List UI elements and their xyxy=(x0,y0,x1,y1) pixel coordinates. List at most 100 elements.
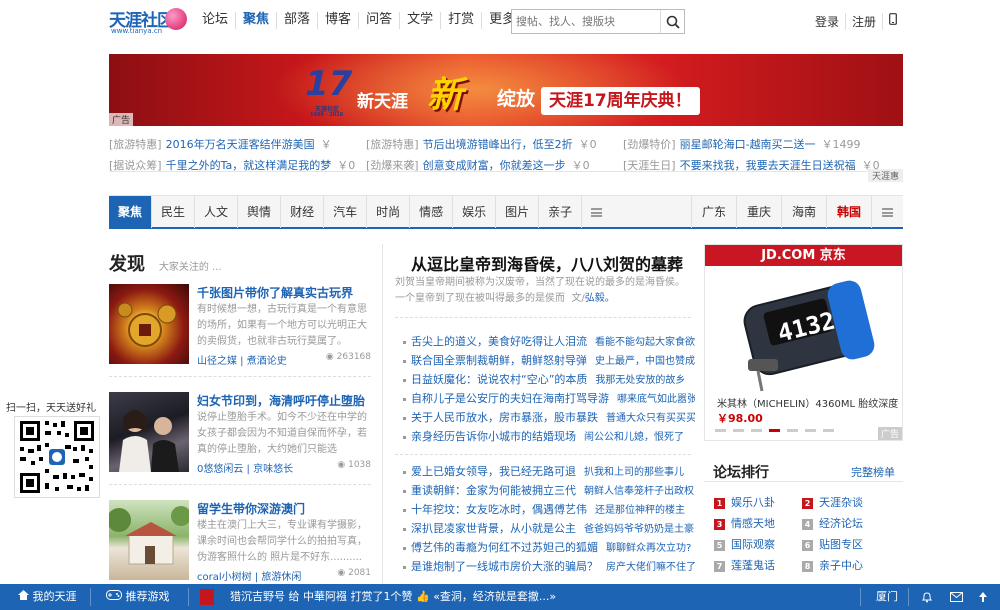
promo-text: 创意变成财富，你就差这一步 xyxy=(422,159,566,172)
news-item[interactable]: 十年挖坟：女友吃冰时，偶遇傅艺伟 还是那位神秤的楼主 xyxy=(403,500,695,519)
tianya-logo[interactable]: 天涯社区 www.tianya.cn xyxy=(109,6,189,36)
region-more-menu-icon[interactable] xyxy=(871,196,903,228)
carousel-dot-active[interactable] xyxy=(769,429,780,432)
story-card[interactable]: 千张图片带你了解真实古玩界 有时候想一想，古玩行真是一个有意思的场所，如果有一个… xyxy=(109,284,371,367)
channel-more-menu-icon[interactable] xyxy=(582,196,611,228)
qr-code[interactable] xyxy=(14,416,100,498)
channel-tab-jujiao[interactable]: 聚焦 xyxy=(109,196,153,228)
carousel-dot[interactable] xyxy=(733,429,744,432)
ranking-item[interactable]: 3 情感天地 xyxy=(714,515,775,531)
ranking-item[interactable]: 2 天涯杂谈 xyxy=(802,494,863,510)
region-tab-guangdong[interactable]: 广东 xyxy=(690,196,736,228)
rank-number: 1 xyxy=(714,498,725,509)
mobile-icon[interactable] xyxy=(883,13,903,30)
nav-item-wenda[interactable]: 问答 xyxy=(359,12,401,29)
login-link[interactable]: 登录 xyxy=(809,13,846,30)
news-item[interactable]: 关于人民币放水，房市暴涨，股市暴跌 普通大众只有买买买 xyxy=(403,408,695,427)
story-thumbnail[interactable] xyxy=(107,500,191,580)
headline-author[interactable]: 弘毅。 xyxy=(585,293,615,304)
news-item[interactable]: 深扒昆凌家世背景，从小就是公主 爸爸妈妈爷爷奶奶是土豪 xyxy=(403,519,695,538)
mail-icon[interactable] xyxy=(950,584,963,610)
carousel-dot[interactable] xyxy=(787,429,798,432)
story-thumbnail[interactable] xyxy=(109,392,189,472)
ranking-item[interactable]: 7 莲蓬鬼话 xyxy=(714,557,775,573)
back-to-top-icon[interactable] xyxy=(978,584,988,610)
ranking-item[interactable]: 5 国际观察 xyxy=(714,536,775,552)
nav-item-luntan[interactable]: 论坛 xyxy=(195,12,237,29)
story-title[interactable]: 千张图片带你了解真实古玩界 xyxy=(197,284,353,301)
ranking-item[interactable]: 1 娱乐八卦 xyxy=(714,494,775,510)
region-tab-hainan[interactable]: 海南 xyxy=(780,196,826,228)
news-item[interactable]: 自称儿子是公安厅的夫妇在海南打骂导游 哪来底气如此嚣张 xyxy=(403,389,695,408)
news-item[interactable]: 亲身经历告诉你小城市的结婚现场 闹公公和儿媳，恨死了 xyxy=(403,427,695,446)
channel-tab-qiche[interactable]: 汽车 xyxy=(324,196,368,228)
news-item[interactable]: 联合国全票制裁朝鲜，朝鲜怒射导弹 史上最严，中国也赞成 xyxy=(403,351,695,370)
promo-item[interactable]: [旅游特惠] 2016年万名天涯客结伴游美国 ￥ xyxy=(109,136,366,152)
nav-item-boke[interactable]: 博客 xyxy=(318,12,360,29)
story-board[interactable]: 京味悠长 xyxy=(253,464,293,475)
story-board[interactable]: 旅游休闲 xyxy=(261,572,301,583)
games-button[interactable]: 推荐游戏 xyxy=(106,584,170,610)
ranking-item[interactable]: 8 亲子中心 xyxy=(802,557,863,573)
tip-ticker[interactable]: 猎沉吉野号 给 中華阿襁 打赏了1个赞 👍 «查洞，经济就是套撤...» xyxy=(200,584,556,610)
jd-ad[interactable]: JD.COM 京东 4132 米其林（MICHELIN）4360ML 胎纹深度 … xyxy=(704,244,903,441)
full-ranking-link[interactable]: 完整榜单 xyxy=(851,464,895,480)
nav-item-jujiao[interactable]: 聚焦 xyxy=(236,12,278,29)
promo-item[interactable]: [劲爆特价] 丽星邮轮海口-越南买二送一 ￥1499 xyxy=(623,136,880,152)
register-link[interactable]: 注册 xyxy=(846,13,883,30)
story-title[interactable]: 留学生带你深游澳门 xyxy=(197,500,305,517)
nav-item-wenxue[interactable]: 文学 xyxy=(400,12,442,29)
story-author[interactable]: 山径之媒 xyxy=(197,356,237,367)
story-title[interactable]: 妇女节印到，海清呼吁停止堕胎 xyxy=(197,392,365,409)
logo-url: www.tianya.cn xyxy=(111,27,163,35)
region-tab-korea[interactable]: 韩国 xyxy=(825,196,871,228)
channel-tab-shishang[interactable]: 时尚 xyxy=(367,196,411,228)
carousel-dot[interactable] xyxy=(823,429,834,432)
story-card[interactable]: 留学生带你深游澳门 楼主在澳门上大三，专业课有学摄影，课余时间也会帮同学什么的拍… xyxy=(107,500,371,583)
channel-tab-qinggan[interactable]: 情感 xyxy=(410,196,454,228)
carousel-dot[interactable] xyxy=(805,429,816,432)
channel-tab-qinzi[interactable]: 亲子 xyxy=(539,196,583,228)
search-button[interactable] xyxy=(660,10,684,33)
news-item[interactable]: 日益妖魔化：说说农村“空心”的本质 我那无处安放的故乡 xyxy=(403,370,695,389)
story-board[interactable]: 煮酒论史 xyxy=(247,356,287,367)
news-item[interactable]: 是谁炮制了一线城市房价大涨的骗局？ 房产大佬们嘛不住了 xyxy=(403,557,695,576)
story-author[interactable]: 0悠悠闲云 xyxy=(197,464,243,475)
headline-title[interactable]: 从逗比皇帝到海昏侯，八八刘贺的墓葬 xyxy=(411,251,683,275)
bell-icon[interactable] xyxy=(921,584,933,610)
carousel-dot[interactable] xyxy=(751,429,762,432)
tread-gauge-image[interactable]: 4132 xyxy=(730,273,880,393)
channel-tab-yuqing[interactable]: 舆情 xyxy=(238,196,282,228)
channel-tab-yule[interactable]: 娱乐 xyxy=(453,196,497,228)
news-item[interactable]: 爱上已婚女领导，我已经无路可退 扒我和上司的那些事儿 xyxy=(403,462,695,481)
story-card[interactable]: 妇女节印到，海清呼吁停止堕胎 说停止堕胎手术。如今不少还在中学的女孩子都会因为不… xyxy=(109,392,371,475)
banner-text-new-tianya: 新天涯 xyxy=(357,92,408,112)
my-tianya-button[interactable]: 我的天涯 xyxy=(18,584,77,610)
city-selector[interactable]: 厦门 xyxy=(876,584,898,610)
anniversary-banner[interactable]: 17 天涯社区 1999 · 2016 新天涯 新 绽放 天涯17周年庆典！ 广… xyxy=(109,54,903,126)
promo-item[interactable]: [天涯生日] 不要来找我，我要去天涯生日送祝福 ￥0 xyxy=(623,157,880,173)
jd-product-name[interactable]: 米其林（MICHELIN）4360ML 胎纹深度 xyxy=(717,395,898,410)
carousel-dot[interactable] xyxy=(715,429,726,432)
ranking-item[interactable]: 6 贴图专区 xyxy=(802,536,863,552)
nav-item-dashang[interactable]: 打赏 xyxy=(441,12,483,29)
channel-tab-renwen[interactable]: 人文 xyxy=(195,196,239,228)
promo-item[interactable]: [旅游特惠] 节后出境游错峰出行，低至2折 ￥0 xyxy=(366,136,623,152)
news-subtitle: 我那无处安放的故乡 xyxy=(595,375,686,386)
region-tab-chongqing[interactable]: 重庆 xyxy=(735,196,781,228)
news-item[interactable]: 舌尖上的道义，美食好吃得让人泪流 看能不能勾起大家食欲 xyxy=(403,332,695,351)
promo-item[interactable]: [据说众筹] 千里之外的Ta，就这样满足我的梦 ￥0 xyxy=(109,157,366,173)
story-thumbnail[interactable] xyxy=(109,284,189,364)
nav-item-buluo[interactable]: 部落 xyxy=(277,12,319,29)
ranking-item[interactable]: 4 经济论坛 xyxy=(802,515,863,531)
search-input[interactable] xyxy=(512,10,660,33)
news-item[interactable]: 重读朝鲜：金家为何能被拥立三代 朝鲜人信奉笼杆子出政权 xyxy=(403,481,695,500)
channel-tab-caijing[interactable]: 财经 xyxy=(281,196,325,228)
news-item[interactable]: 傅艺伟的毒瘾为何红不过苏妲己的狐媚 聊聊鲜众再次立功? xyxy=(403,538,695,557)
channel-tab-tupian[interactable]: 图片 xyxy=(496,196,540,228)
promo-item[interactable]: [劲爆来袭] 创意变成财富，你就差这一步 ￥0 xyxy=(366,157,623,173)
story-author[interactable]: coral小树树 xyxy=(197,572,252,583)
channel-tab-minsheng[interactable]: 民生 xyxy=(152,196,196,228)
news-subtitle: 还是那位神秤的楼主 xyxy=(595,505,685,516)
news-title: 自称儿子是公安厅的夫妇在海南打骂导游 xyxy=(411,392,609,405)
